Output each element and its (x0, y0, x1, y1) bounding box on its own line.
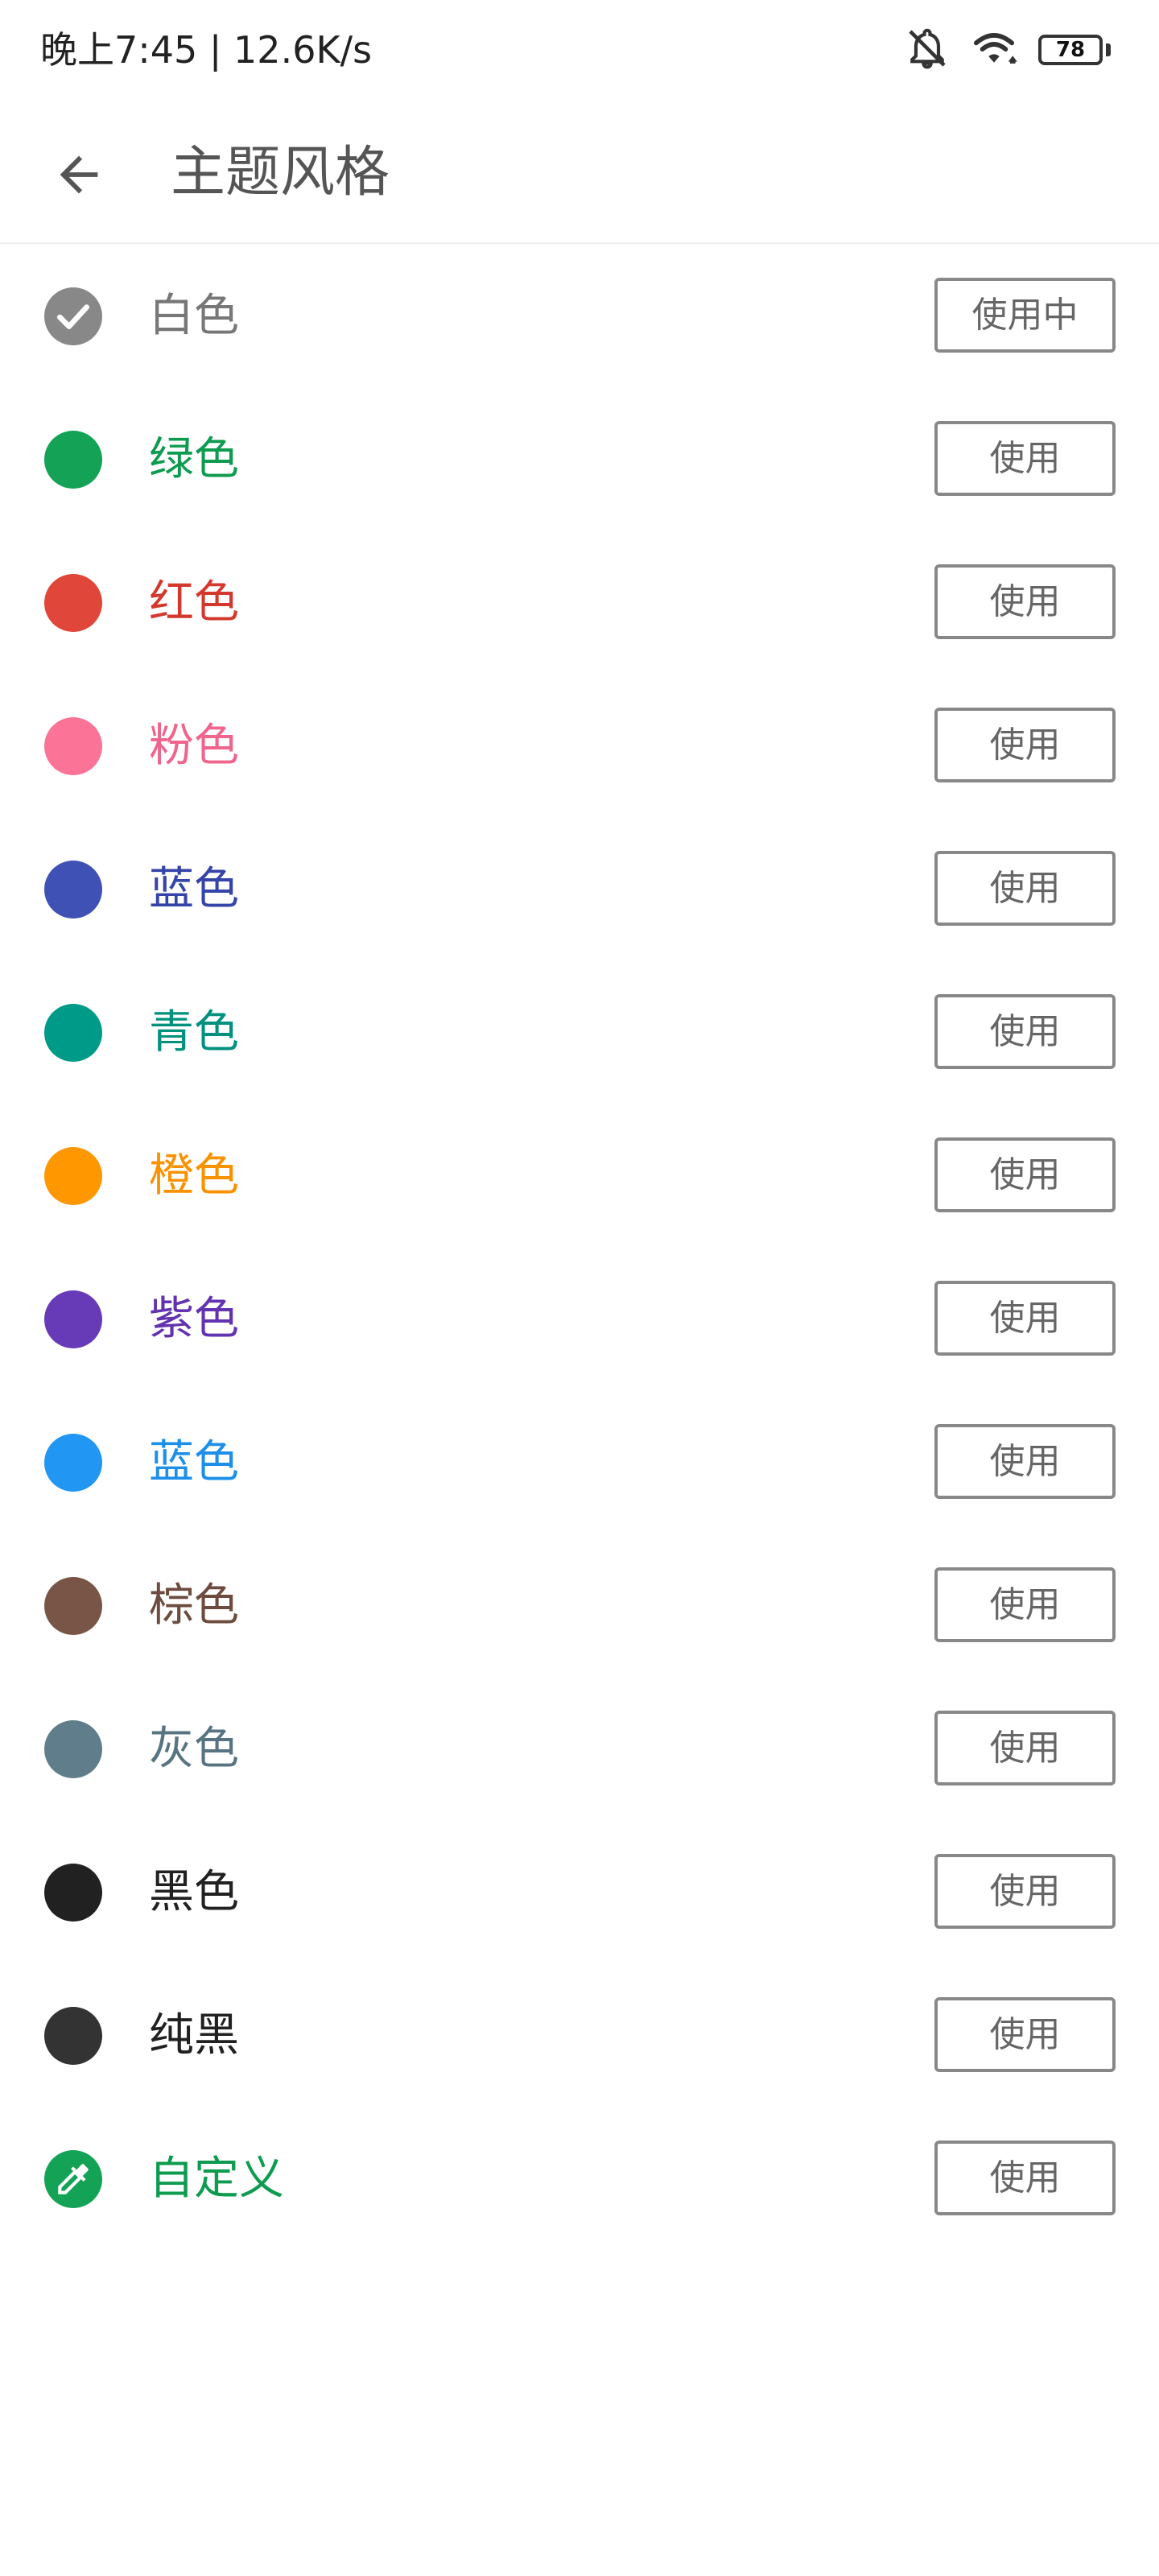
theme-label: 自定义 (149, 2153, 284, 2205)
theme-item-blue[interactable]: 蓝色 使用 (0, 1390, 1159, 1534)
app-bar: 主题风格 (0, 101, 1159, 244)
theme-label: 绿色 (149, 433, 239, 485)
theme-swatch (44, 717, 102, 775)
theme-swatch (44, 431, 102, 489)
check-icon (57, 304, 89, 329)
theme-swatch (44, 574, 102, 632)
theme-item-pink[interactable]: 粉色 使用 (0, 674, 1159, 817)
theme-swatch (44, 1864, 102, 1922)
theme-item-green[interactable]: 绿色 使用 (0, 387, 1159, 530)
theme-label: 蓝色 (149, 1436, 239, 1488)
theme-swatch (44, 2007, 102, 2065)
theme-item-purple[interactable]: 紫色 使用 (0, 1247, 1159, 1390)
use-button[interactable]: 使用 (934, 708, 1116, 782)
theme-item-custom[interactable]: 自定义 使用 (0, 2107, 1159, 2250)
use-button[interactable]: 使用 (934, 1997, 1116, 2072)
back-button[interactable] (40, 136, 118, 213)
use-button[interactable]: 使用 (934, 1567, 1116, 1642)
use-button[interactable]: 使用 (934, 564, 1116, 639)
status-bar: 晚上7:45 | 12.6K/s 78 (0, 0, 1159, 101)
theme-item-red[interactable]: 红色 使用 (0, 530, 1159, 674)
theme-label: 粉色 (149, 720, 239, 772)
theme-item-black[interactable]: 黑色 使用 (0, 1820, 1159, 1963)
notifications-muted-icon (905, 26, 950, 74)
theme-swatch (44, 1290, 102, 1348)
use-button[interactable]: 使用 (934, 1854, 1116, 1929)
theme-item-orange[interactable]: 橙色 使用 (0, 1104, 1159, 1247)
theme-item-pure-black[interactable]: 纯黑 使用 (0, 1963, 1159, 2107)
theme-label: 灰色 (149, 1723, 239, 1775)
theme-swatch (44, 287, 102, 345)
page-title: 主题风格 (171, 141, 390, 204)
use-button[interactable]: 使用 (934, 1281, 1116, 1356)
theme-item-white[interactable]: 白色 使用中 (0, 244, 1159, 387)
status-time-network-speed: 晚上7:45 | 12.6K/s (40, 28, 373, 72)
theme-item-brown[interactable]: 棕色 使用 (0, 1534, 1159, 1677)
use-button[interactable]: 使用 (934, 851, 1116, 926)
theme-swatch (44, 1577, 102, 1635)
use-button[interactable]: 使用 (934, 1424, 1116, 1499)
theme-swatch (44, 2150, 102, 2208)
battery-icon: 78 (1038, 35, 1103, 65)
theme-item-teal[interactable]: 青色 使用 (0, 960, 1159, 1104)
arrow-back-icon (60, 155, 98, 194)
theme-label: 橙色 (149, 1150, 239, 1202)
theme-swatch (44, 1004, 102, 1062)
theme-swatch (44, 1147, 102, 1205)
status-icons: 78 (905, 24, 1111, 76)
battery-cap (1106, 43, 1111, 56)
theme-swatch (44, 861, 102, 919)
use-button[interactable]: 使用 (934, 421, 1116, 496)
use-button[interactable]: 使用 (934, 2140, 1116, 2215)
in-use-button[interactable]: 使用中 (934, 278, 1116, 353)
theme-swatch (44, 1434, 102, 1492)
eyedropper-icon (58, 2164, 89, 2194)
wifi-icon (969, 26, 1019, 74)
use-button[interactable]: 使用 (934, 1711, 1116, 1785)
use-button[interactable]: 使用 (934, 994, 1116, 1069)
theme-label: 棕色 (149, 1579, 239, 1632)
theme-label: 白色 (149, 290, 239, 342)
use-button[interactable]: 使用 (934, 1137, 1116, 1212)
theme-label: 蓝色 (149, 863, 239, 915)
theme-label: 红色 (149, 576, 239, 629)
theme-label: 黑色 (149, 1866, 239, 1918)
theme-swatch (44, 1720, 102, 1778)
theme-label: 青色 (149, 1006, 239, 1059)
theme-item-grey[interactable]: 灰色 使用 (0, 1677, 1159, 1820)
battery-level: 78 (1055, 38, 1086, 62)
theme-item-indigo[interactable]: 蓝色 使用 (0, 817, 1159, 960)
theme-label: 纯黑 (149, 2009, 239, 2062)
theme-list: 白色 使用中 绿色 使用 红色 使用 粉色 使用 蓝色 使用 青色 使用 橙色 … (0, 244, 1159, 2250)
theme-label: 紫色 (149, 1293, 239, 1345)
